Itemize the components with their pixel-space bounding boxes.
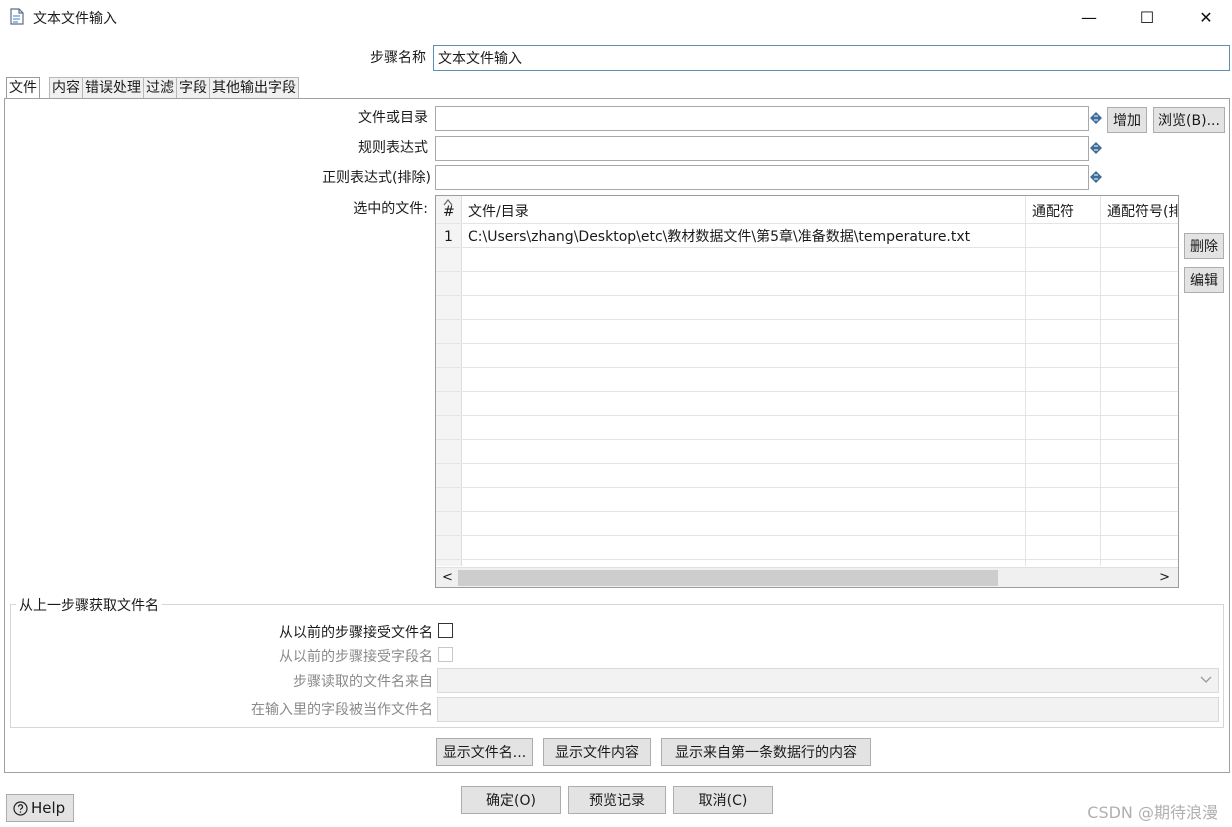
table-row[interactable] bbox=[436, 272, 1178, 296]
table-row[interactable] bbox=[436, 392, 1178, 416]
table-row[interactable]: 1 C:\Users\zhang\Desktop\etc\教材数据文件\第5章\… bbox=[436, 224, 1178, 248]
table-row[interactable] bbox=[436, 344, 1178, 368]
accept-filenames-checkbox[interactable] bbox=[438, 623, 453, 638]
tab-content[interactable]: 内容 bbox=[49, 77, 83, 99]
wildcard-exclude-cell[interactable] bbox=[1107, 224, 1178, 248]
tab-strip: 文件 内容 错误处理 过滤 字段 其他输出字段 bbox=[6, 77, 299, 99]
accept-filenames-label: 从以前的步骤接受文件名 bbox=[279, 625, 433, 641]
tab-file[interactable]: 文件 bbox=[6, 77, 40, 99]
watermark: CSDN @期待浪漫 bbox=[1087, 803, 1218, 822]
table-row[interactable] bbox=[436, 488, 1178, 512]
regex-exclude-input[interactable] bbox=[435, 165, 1089, 190]
selected-files-label: 选中的文件: bbox=[353, 201, 428, 217]
column-header-wildcard[interactable]: 通配符 bbox=[1032, 199, 1098, 223]
maximize-button[interactable]: ☐ bbox=[1124, 0, 1170, 34]
help-label: Help bbox=[31, 799, 66, 817]
regex-label: 规则表达式 bbox=[358, 140, 428, 156]
variable-icon bbox=[1090, 142, 1102, 154]
file-icon bbox=[10, 8, 24, 25]
edit-button[interactable]: 编辑 bbox=[1184, 267, 1224, 293]
source-step-select[interactable] bbox=[437, 668, 1219, 693]
column-header-wildcard-exclude[interactable]: 通配符号(排 bbox=[1107, 199, 1178, 223]
source-step-label: 步骤读取的文件名来自 bbox=[293, 674, 433, 690]
variable-icon bbox=[1090, 171, 1102, 183]
tab-other-output-fields[interactable]: 其他输出字段 bbox=[209, 77, 299, 99]
row-number: 1 bbox=[444, 229, 453, 245]
table-row[interactable] bbox=[436, 512, 1178, 536]
table-header: # 文件/目录 通配符 通配符号(排 bbox=[436, 198, 1178, 224]
accept-fields-checkbox[interactable] bbox=[438, 647, 453, 662]
ok-button[interactable]: 确定(O) bbox=[461, 786, 561, 814]
show-filenames-button[interactable]: 显示文件名... bbox=[436, 738, 533, 766]
scroll-left-arrow[interactable]: < bbox=[442, 568, 453, 587]
scrollbar-thumb[interactable] bbox=[458, 570, 998, 586]
step-name-input[interactable]: 文本文件输入 bbox=[433, 45, 1230, 71]
tab-filter[interactable]: 过滤 bbox=[143, 77, 177, 99]
regex-exclude-label: 正则表达式(排除) bbox=[322, 170, 431, 186]
table-row[interactable] bbox=[436, 368, 1178, 392]
field-as-filename-input[interactable] bbox=[437, 697, 1219, 722]
regex-input[interactable] bbox=[435, 136, 1089, 161]
table-row[interactable] bbox=[436, 320, 1178, 344]
horizontal-scrollbar[interactable]: < > bbox=[436, 567, 1178, 587]
cancel-button[interactable]: 取消(C) bbox=[673, 786, 773, 814]
file-path-cell[interactable]: C:\Users\zhang\Desktop\etc\教材数据文件\第5章\准备… bbox=[468, 224, 1024, 248]
file-or-dir-input[interactable] bbox=[435, 106, 1089, 131]
selected-files-table: # 文件/目录 通配符 通配符号(排 1 C:\Users\zhang\Desk… bbox=[435, 195, 1179, 588]
chevron-down-icon bbox=[1200, 676, 1212, 683]
file-or-dir-label: 文件或目录 bbox=[358, 110, 428, 126]
step-name-label: 步骤名称 bbox=[370, 50, 426, 66]
wildcard-cell[interactable] bbox=[1032, 224, 1098, 248]
minimize-button[interactable]: — bbox=[1066, 0, 1112, 34]
table-row[interactable] bbox=[436, 536, 1178, 560]
table-row[interactable] bbox=[436, 416, 1178, 440]
table-row[interactable] bbox=[436, 440, 1178, 464]
sort-up-icon bbox=[443, 199, 453, 206]
table-row[interactable] bbox=[436, 464, 1178, 488]
close-button[interactable]: ✕ bbox=[1183, 0, 1229, 34]
show-first-row-button[interactable]: 显示来自第一条数据行的内容 bbox=[661, 738, 871, 766]
table-row[interactable] bbox=[436, 248, 1178, 272]
table-row[interactable] bbox=[436, 296, 1178, 320]
show-file-content-button[interactable]: 显示文件内容 bbox=[543, 738, 651, 766]
column-header-path[interactable]: 文件/目录 bbox=[468, 199, 529, 223]
browse-button[interactable]: 浏览(B)... bbox=[1153, 107, 1225, 133]
preview-button[interactable]: 预览记录 bbox=[568, 786, 666, 814]
add-button[interactable]: 增加 bbox=[1107, 107, 1147, 133]
accept-fields-label: 从以前的步骤接受字段名 bbox=[279, 649, 433, 665]
variable-icon bbox=[1090, 112, 1102, 124]
prev-step-group-title: 从上一步骤获取文件名 bbox=[16, 595, 162, 615]
field-as-filename-label: 在输入里的字段被当作文件名 bbox=[251, 702, 433, 718]
window-title: 文本文件输入 bbox=[33, 11, 117, 27]
help-icon bbox=[13, 800, 28, 816]
scroll-right-arrow[interactable]: > bbox=[1159, 568, 1170, 587]
tab-fields[interactable]: 字段 bbox=[176, 77, 210, 99]
help-button[interactable]: Help bbox=[6, 794, 74, 822]
delete-button[interactable]: 删除 bbox=[1184, 233, 1224, 259]
tab-error-handling[interactable]: 错误处理 bbox=[82, 77, 144, 99]
